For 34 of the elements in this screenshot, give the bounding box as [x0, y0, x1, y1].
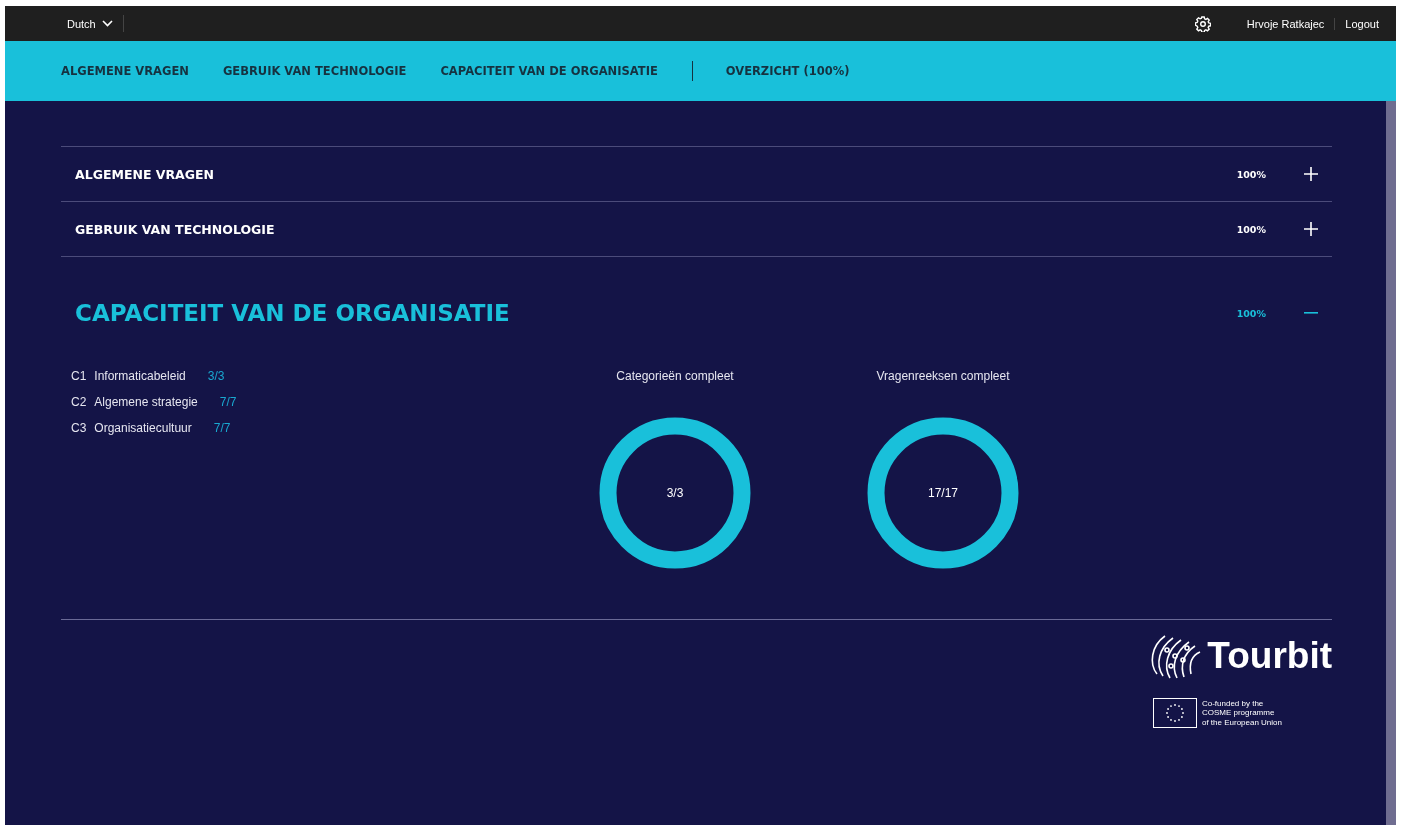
eu-flag-icon [1152, 698, 1197, 728]
chart-title: Vragenreeksen compleet [876, 369, 1010, 383]
ring-value: 3/3 [666, 486, 684, 500]
category-code: C1 [71, 369, 87, 383]
user-name: Hrvoje Ratkajec [1236, 17, 1336, 30]
category-name: Algemene strategie [94, 395, 198, 409]
category-score: 3/3 [207, 369, 225, 383]
section-percent: 100% [1236, 307, 1266, 319]
category-name: Informaticabeleid [94, 369, 186, 383]
chart-title: Categorieën compleet [616, 369, 734, 383]
section-percent: 100% [1236, 223, 1266, 235]
nav-item[interactable]: CAPACITEIT VAN DE ORGANISATIE [440, 64, 658, 78]
nav-item[interactable]: GEBRUIK VAN TECHNOLOGIE [222, 64, 407, 78]
scrollbar[interactable] [1386, 101, 1396, 825]
category-name: Organisatiecultuur [94, 421, 192, 435]
nav-item[interactable]: OVERZICHT (100%) [725, 64, 850, 78]
expand-icon[interactable] [1304, 222, 1318, 236]
nav-item[interactable]: ALGEMENE VRAGEN [61, 64, 189, 78]
category-code: C3 [71, 421, 87, 435]
section-title[interactable]: GEBRUIK VAN TECHNOLOGIE [75, 221, 1237, 237]
settings-icon[interactable] [1194, 15, 1211, 32]
expand-icon[interactable] [1304, 167, 1318, 181]
section-title[interactable]: ALGEMENE VRAGEN [75, 166, 1237, 182]
logo-text: Tourbit [1207, 635, 1332, 677]
chevron-down-icon [101, 20, 113, 27]
language-dropdown[interactable]: Dutch [61, 15, 124, 32]
category-code: C2 [71, 395, 87, 409]
section-percent: 100% [1236, 168, 1266, 180]
funding-note: Co-funded by the COSME programme of the European Union [1201, 699, 1282, 727]
category-score: 7/7 [213, 421, 231, 435]
section-title[interactable]: CAPACITEIT VAN DE ORGANISATIE [75, 300, 1237, 326]
logout-link[interactable]: Logout [1335, 17, 1396, 30]
ring-value: 17/17 [928, 486, 958, 500]
category-score: 7/7 [219, 395, 237, 409]
